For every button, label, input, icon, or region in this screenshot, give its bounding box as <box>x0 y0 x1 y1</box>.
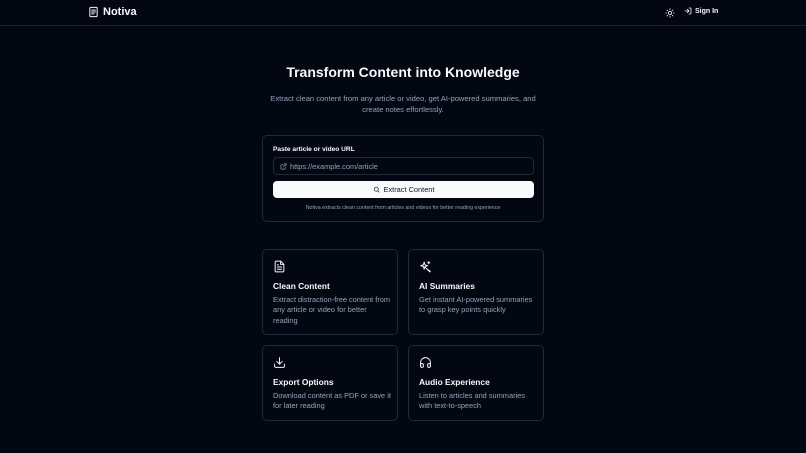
feature-description: Listen to articles and summaries with te… <box>419 391 525 411</box>
sign-in-label: Sign In <box>695 7 719 15</box>
theme-toggle-button[interactable] <box>663 6 677 20</box>
url-input-wrapper[interactable] <box>273 157 534 175</box>
feature-card-ai-summaries: AI Summaries Get instant AI-powered summ… <box>408 249 544 335</box>
sign-in-button[interactable]: Sign In <box>684 7 718 15</box>
feature-card-clean-content: Clean Content Extract distraction-free c… <box>262 249 398 335</box>
url-input-label: Paste article or video URL <box>273 146 355 153</box>
feature-title: Audio Experience <box>419 377 490 387</box>
hero-subtitle: Extract clean content from any article o… <box>270 94 536 114</box>
extract-content-button[interactable]: Extract Content <box>273 181 534 198</box>
document-icon <box>89 6 98 18</box>
headphones-icon <box>420 357 431 368</box>
feature-title: Clean Content <box>273 281 330 291</box>
feature-card-audio-experience: Audio Experience Listen to articles and … <box>408 345 544 421</box>
external-link-icon <box>280 163 287 170</box>
hero-title: Transform Content into Knowledge <box>286 64 520 80</box>
top-nav: Notiva Sign In <box>0 0 806 26</box>
feature-description: Extract distraction-free content from an… <box>273 295 391 325</box>
url-input[interactable] <box>290 158 530 174</box>
download-icon <box>274 357 285 368</box>
file-text-icon <box>274 260 285 273</box>
feature-card-export-options: Export Options Download content as PDF o… <box>262 345 398 421</box>
brand-name: Notiva <box>103 6 137 18</box>
extract-content-label: Extract Content <box>383 185 435 194</box>
feature-description: Get instant AI-powered summaries to gras… <box>419 295 533 315</box>
sparkles-icon <box>420 261 431 273</box>
feature-description: Download content as PDF or save it for l… <box>273 391 391 411</box>
feature-title: Export Options <box>273 377 334 387</box>
url-help-text: Notiva extracts clean content from artic… <box>305 205 501 211</box>
login-icon <box>684 7 692 15</box>
url-form-card: Paste article or video URL Extract Conte… <box>262 135 544 222</box>
sun-icon <box>665 8 675 18</box>
search-icon <box>373 186 380 193</box>
feature-title: AI Summaries <box>419 281 475 291</box>
brand-logo[interactable]: Notiva <box>88 6 137 18</box>
